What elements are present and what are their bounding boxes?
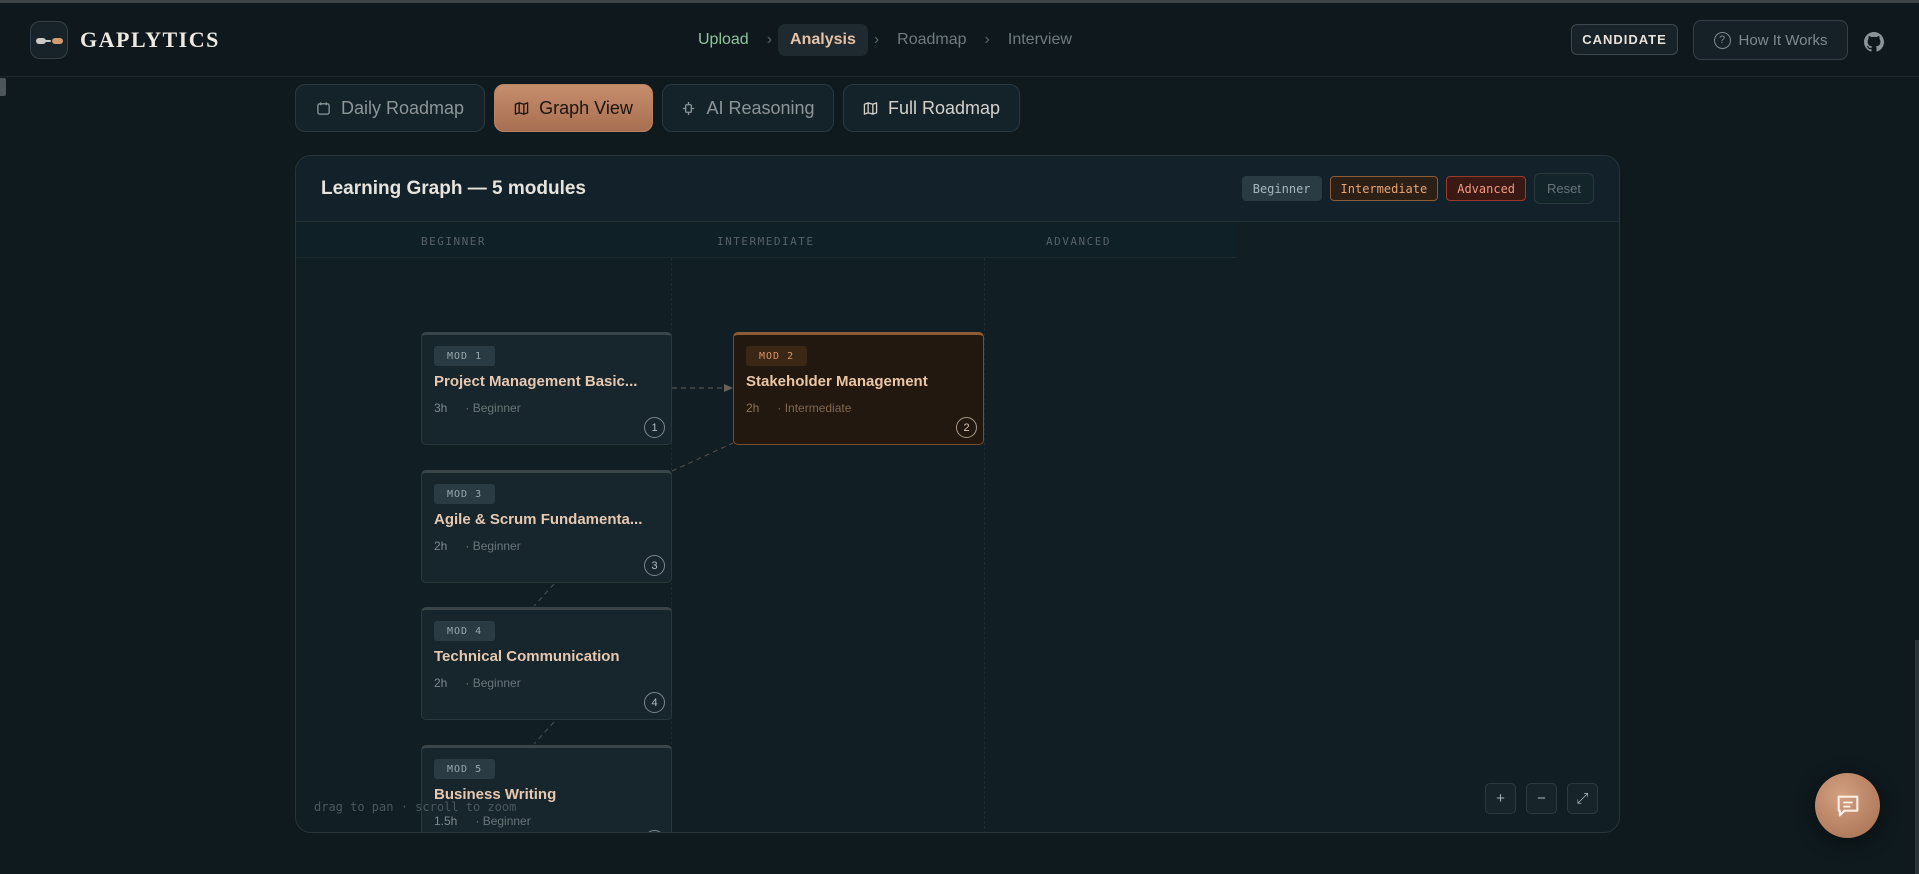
help-circle-icon: ?	[1713, 31, 1731, 49]
page-scrollbar[interactable]	[1915, 640, 1919, 874]
learning-graph-panel: Learning Graph — 5 modules Beginner Inte…	[295, 155, 1620, 833]
step-roadmap[interactable]: Roadmap	[885, 24, 978, 56]
module-tag: MOD 3	[434, 484, 496, 504]
module-number-badge: 2	[956, 417, 977, 438]
module-title: Project Management Basic...	[434, 373, 638, 390]
module-node-1[interactable]: MOD 1 Project Management Basic... 3h · Be…	[421, 332, 672, 445]
module-meta: 2h · Intermediate	[746, 401, 851, 415]
module-tag: MOD 5	[434, 759, 496, 779]
map-icon	[863, 101, 878, 115]
module-duration: 2h	[434, 539, 448, 553]
module-duration: 2h	[746, 401, 760, 415]
module-meta: 2h · Beginner	[434, 539, 521, 553]
module-number-badge: 1	[644, 417, 665, 438]
chevron-right-icon: ›	[873, 31, 880, 48]
module-level: · Beginner	[465, 401, 521, 415]
module-duration: 2h	[434, 676, 448, 690]
chevron-right-icon: ›	[984, 31, 990, 48]
module-number-badge: 3	[644, 555, 665, 576]
chat-button[interactable]	[1815, 773, 1880, 838]
brand-name[interactable]: GAPLYTICS	[80, 27, 220, 53]
chat-bubble-icon	[1837, 795, 1858, 816]
module-level: · Beginner	[465, 676, 521, 690]
pan-zoom-hint: drag to pan · scroll to zoom	[314, 800, 517, 814]
step-interview[interactable]: Interview	[996, 24, 1084, 56]
edge-mod3-mod4	[533, 583, 555, 607]
module-title: Stakeholder Management	[746, 373, 928, 390]
edge-mod4-mod5	[533, 721, 555, 745]
how-it-works-label: How It Works	[1738, 31, 1828, 49]
zoom-in-button[interactable]: +	[1485, 783, 1516, 814]
github-icon[interactable]	[1864, 32, 1884, 52]
candidate-mode-button[interactable]: CANDIDATE	[1571, 24, 1678, 55]
progress-steps: Upload › Analysis › Roadmap › Interview	[686, 24, 1084, 56]
tab-graph-view[interactable]: Graph View	[494, 84, 653, 132]
edge-arrowhead	[724, 384, 733, 392]
step-analysis[interactable]: Analysis	[778, 24, 868, 56]
module-duration: 1.5h	[434, 814, 458, 828]
module-node-3[interactable]: MOD 3 Agile & Scrum Fundamenta... 2h · Be…	[421, 470, 672, 583]
module-number-badge: 4	[644, 692, 665, 713]
module-node-5[interactable]: MOD 5 Business Writing 1.5h· Beginner 5	[421, 745, 672, 832]
map-icon	[514, 101, 529, 115]
module-title: Technical Communication	[434, 648, 620, 665]
module-node-2[interactable]: MOD 2 Stakeholder Management 2h · Interme…	[733, 332, 984, 445]
module-tag: MOD 1	[434, 346, 496, 366]
tab-daily-roadmap[interactable]: Daily Roadmap	[295, 84, 485, 132]
module-meta: 2h · Beginner	[434, 676, 521, 690]
logo-icon[interactable]	[30, 21, 68, 59]
side-handle[interactable]	[0, 78, 6, 96]
module-level: · Intermediate	[777, 401, 852, 415]
chip-icon	[683, 101, 695, 115]
fit-view-button[interactable]: ⤢	[1567, 783, 1598, 814]
module-title: Agile & Scrum Fundamenta...	[434, 511, 643, 528]
module-level: · Beginner	[475, 814, 531, 828]
module-meta: 1.5h · Beginner	[434, 814, 531, 828]
module-tag: MOD 2	[746, 346, 808, 366]
tab-label: Full Roadmap	[887, 97, 1001, 118]
module-duration: 3h	[434, 401, 448, 415]
tab-label: Daily Roadmap	[340, 97, 465, 118]
module-number-badge: 5	[644, 830, 665, 832]
zoom-out-button[interactable]: −	[1526, 783, 1557, 814]
tab-label: Graph View	[539, 97, 633, 118]
how-it-works-button[interactable]: ? How It Works	[1693, 20, 1848, 60]
module-level: · Beginner	[465, 539, 521, 553]
step-upload[interactable]: Upload	[686, 24, 761, 56]
module-node-4[interactable]: MOD 4 Technical Communication 2h · Beginn…	[421, 607, 672, 720]
tab-full-roadmap[interactable]: Full Roadmap	[843, 84, 1020, 132]
module-meta: 3h · Beginner	[434, 401, 521, 415]
edge-mod3-mod2	[671, 442, 734, 472]
view-tabs: Daily Roadmap Graph View AI Reasoning Fu…	[295, 84, 1020, 132]
tab-label: AI Reasoning	[706, 97, 815, 118]
top-navbar: GAPLYTICS Upload › Analysis › Roadmap › …	[0, 3, 1919, 77]
tab-ai-reasoning[interactable]: AI Reasoning	[662, 84, 834, 132]
module-tag: MOD 4	[434, 621, 496, 641]
chevron-right-icon: ›	[766, 31, 773, 48]
calendar-icon	[317, 101, 330, 115]
